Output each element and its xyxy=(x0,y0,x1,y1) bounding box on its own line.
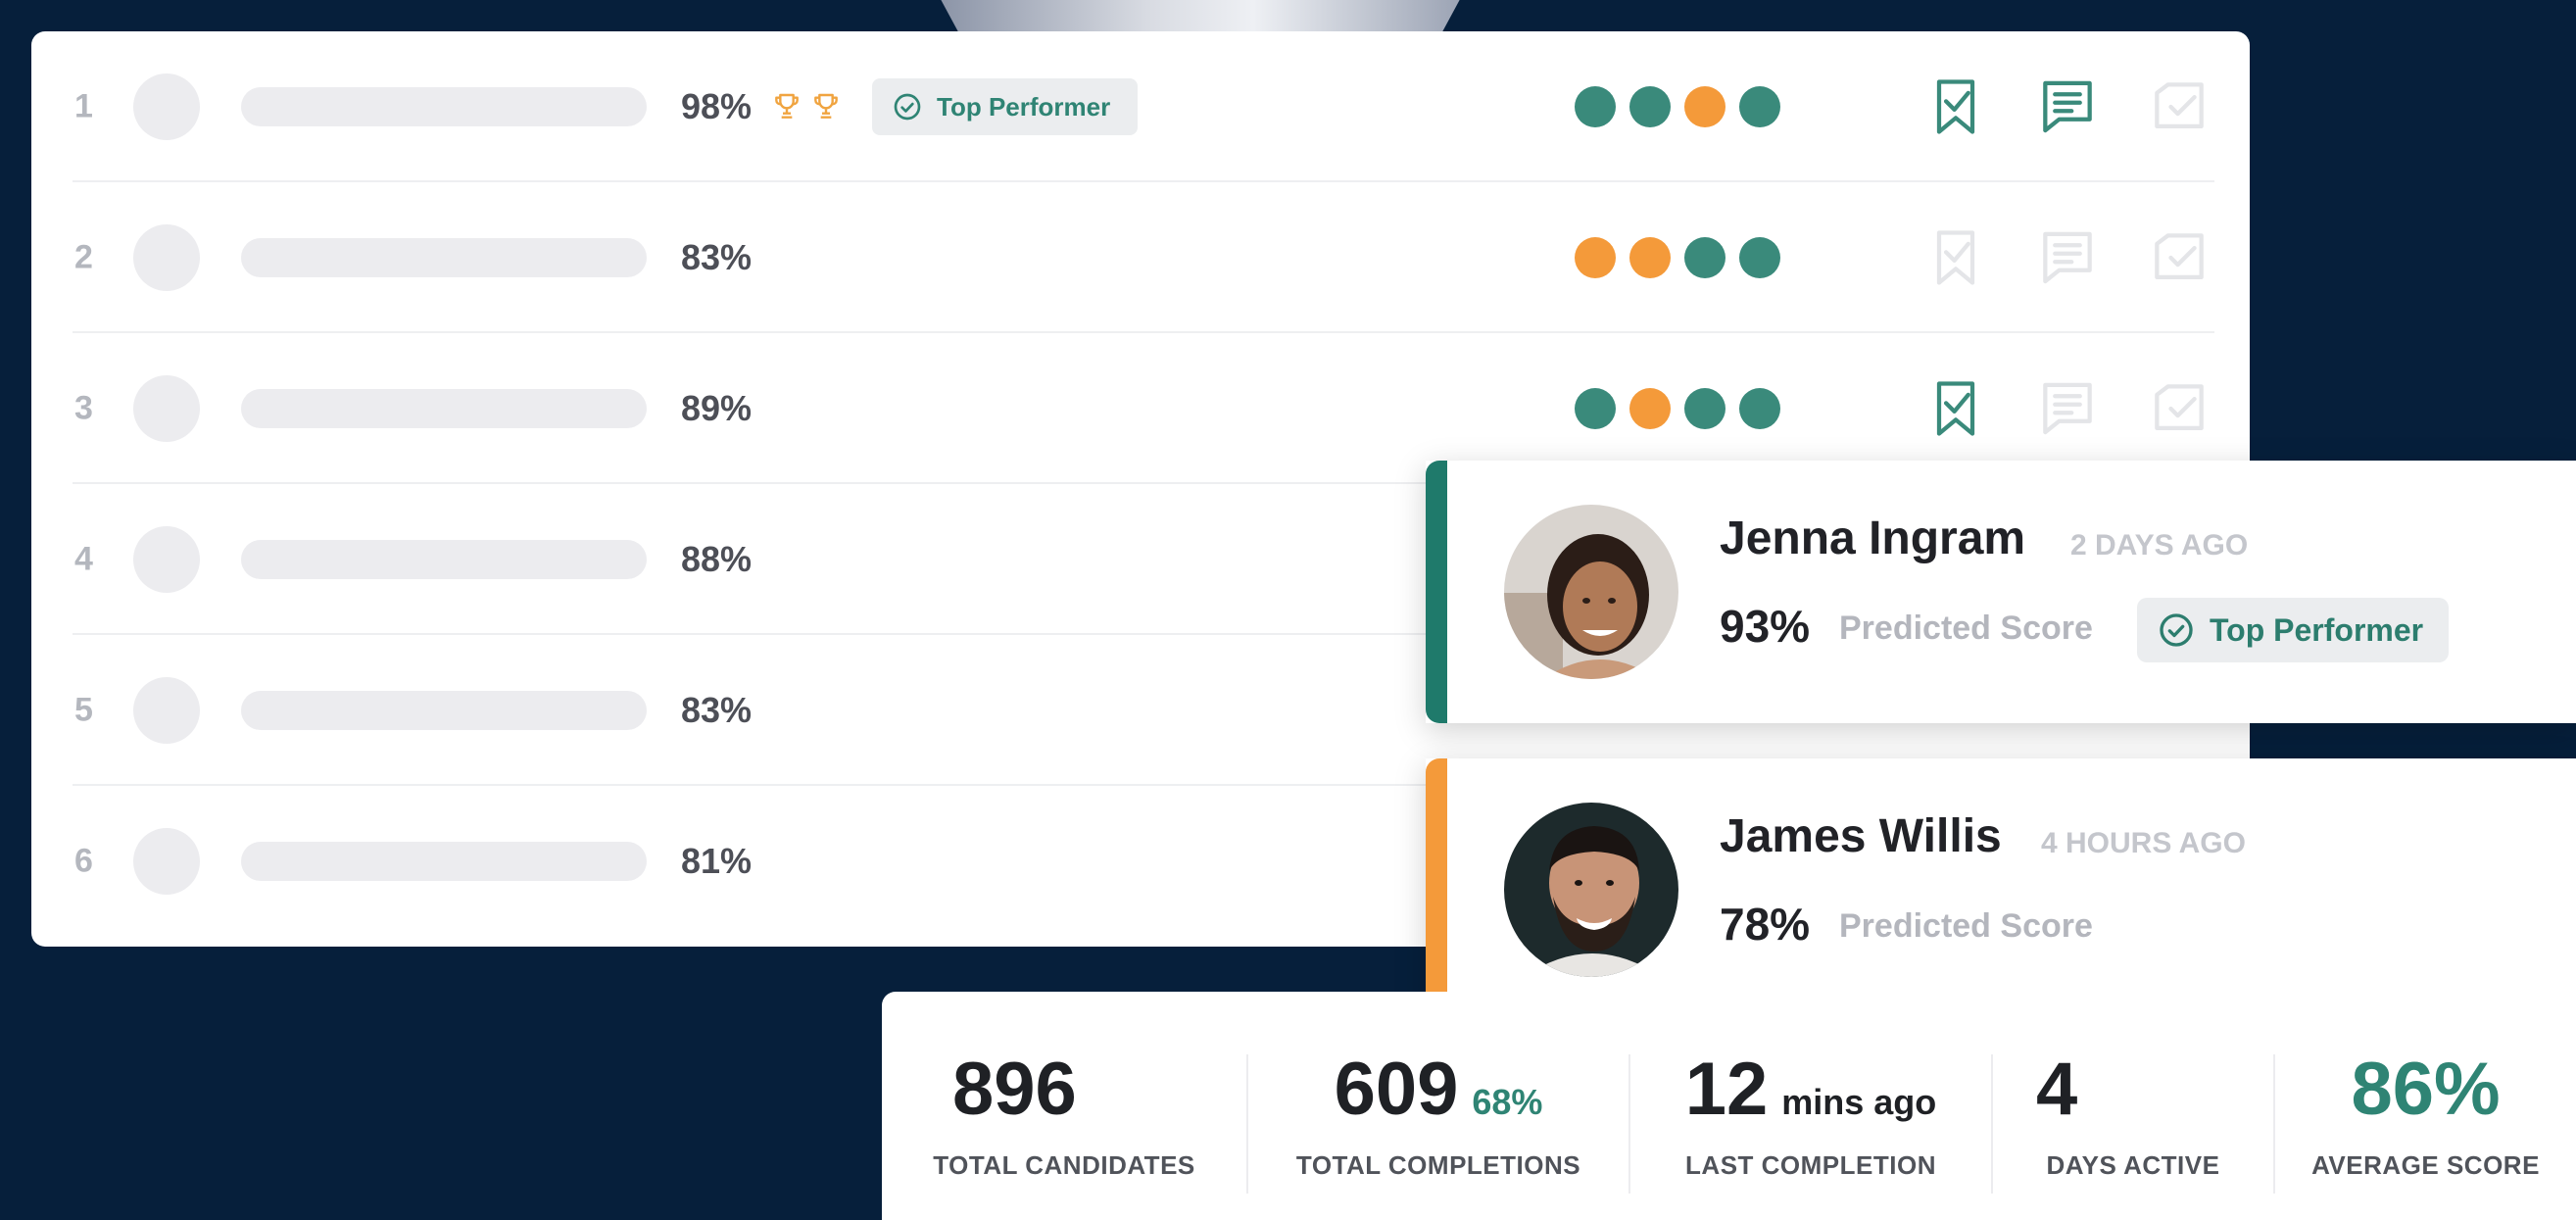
status-dot xyxy=(1739,86,1780,127)
name-placeholder xyxy=(241,691,647,730)
score: 89% xyxy=(681,388,753,428)
candidate-card[interactable]: James Willis 4 HOURS AGO 78% Predicted S… xyxy=(1426,758,2576,1021)
stat-label: AVERAGE SCORE xyxy=(2311,1150,2540,1180)
status-dot xyxy=(1739,237,1780,278)
stat-total-completions: 609 68% TOTAL COMPLETIONS xyxy=(1248,992,1628,1220)
row-actions xyxy=(1922,73,2212,140)
trophies xyxy=(771,91,842,122)
rank-number: 1 xyxy=(74,87,93,125)
score: 81% xyxy=(681,841,753,881)
status-dot xyxy=(1684,86,1725,127)
accent-bar xyxy=(1426,758,1447,1021)
shortlist-icon[interactable] xyxy=(1922,375,1989,442)
timestamp: 2 DAYS AGO xyxy=(2070,529,2249,561)
stat-total-candidates: 896 TOTAL CANDIDATES xyxy=(882,992,1246,1220)
status-dot xyxy=(1629,388,1671,429)
stats-panel: 896 TOTAL CANDIDATES 609 68% TOTAL COMPL… xyxy=(882,992,2576,1220)
timestamp: 4 HOURS AGO xyxy=(2041,827,2246,859)
score-label: Predicted Score xyxy=(1839,610,2093,647)
name-placeholder xyxy=(241,389,647,428)
candidate-card[interactable]: Jenna Ingram 2 DAYS AGO 93% Predicted Sc… xyxy=(1426,461,2576,723)
candidate-name: Jenna Ingram xyxy=(1720,512,2026,564)
review-icon[interactable] xyxy=(2146,375,2212,442)
top-performer-badge: Top Performer xyxy=(2137,598,2450,662)
stat-percent: 68% xyxy=(1472,1082,1543,1122)
avatar xyxy=(1504,505,1678,679)
status-dot xyxy=(1575,86,1616,127)
score: 98% xyxy=(681,86,753,126)
shortlist-icon[interactable] xyxy=(1922,73,1989,140)
avatar-placeholder xyxy=(133,375,200,442)
status-dot xyxy=(1684,388,1725,429)
trophy-icon xyxy=(814,93,838,119)
stat-label: LAST COMPLETION xyxy=(1685,1150,1936,1180)
stat-value: 12 xyxy=(1684,1048,1769,1131)
status-dot xyxy=(1575,237,1616,278)
rank-number: 3 xyxy=(74,389,93,427)
score-label: Predicted Score xyxy=(1839,907,2093,945)
avatar-placeholder xyxy=(133,828,200,895)
status-dot xyxy=(1629,86,1671,127)
stat-days-active: 4 DAYS ACTIVE xyxy=(1993,992,2273,1220)
name-placeholder xyxy=(241,87,647,126)
check-circle-icon xyxy=(2160,613,2193,647)
shortlist-icon[interactable] xyxy=(1922,224,1989,291)
rank-number: 5 xyxy=(74,691,93,729)
badge-label: Top Performer xyxy=(2210,611,2424,648)
stat-average-score: 86% AVERAGE SCORE xyxy=(2275,992,2576,1220)
badge-label: Top Performer xyxy=(937,91,1111,122)
status-dots xyxy=(1575,388,1780,429)
comment-icon[interactable] xyxy=(2034,375,2101,442)
predicted-score: 78% xyxy=(1720,899,1811,950)
status-dot xyxy=(1575,388,1616,429)
name-placeholder xyxy=(241,238,647,277)
row-actions xyxy=(1922,375,2212,442)
profile-photo xyxy=(1504,803,1678,977)
status-dot xyxy=(1629,237,1671,278)
stat-label: DAYS ACTIVE xyxy=(2046,1150,2220,1180)
score: 88% xyxy=(681,539,753,579)
stat-label: TOTAL CANDIDATES xyxy=(933,1150,1195,1180)
name-placeholder xyxy=(241,540,647,579)
predicted-score: 93% xyxy=(1720,601,1811,652)
status-dots xyxy=(1575,237,1780,278)
score: 83% xyxy=(681,690,753,730)
candidate-name: James Willis xyxy=(1720,810,2002,862)
avatar-placeholder xyxy=(133,224,200,291)
rank-number: 2 xyxy=(74,238,93,276)
status-dots xyxy=(1575,86,1780,127)
stat-value: 4 xyxy=(2036,1048,2078,1131)
comment-icon[interactable] xyxy=(2034,73,2101,140)
top-performer-badge: Top Performer xyxy=(872,78,1139,135)
stat-value: 86% xyxy=(2351,1048,2501,1131)
review-icon[interactable] xyxy=(2146,224,2212,291)
review-icon[interactable] xyxy=(2146,73,2212,140)
accent-bar xyxy=(1426,461,1447,723)
table-row[interactable]: 2 83% xyxy=(31,182,2250,333)
stat-last-completion: 12 mins ago LAST COMPLETION xyxy=(1630,992,1991,1220)
stat-value: 609 xyxy=(1334,1048,1459,1131)
status-dot xyxy=(1739,388,1780,429)
name-placeholder xyxy=(241,842,647,881)
status-dot xyxy=(1684,237,1725,278)
rank-number: 6 xyxy=(74,842,93,880)
profile-photo xyxy=(1504,505,1678,679)
avatar xyxy=(1504,803,1678,977)
row-actions xyxy=(1922,224,2212,291)
check-circle-icon xyxy=(894,93,921,121)
stat-unit: mins ago xyxy=(1781,1082,1937,1122)
comment-icon[interactable] xyxy=(2034,224,2101,291)
table-row[interactable]: 1 98% Top Performer xyxy=(31,31,2250,182)
stat-label: TOTAL COMPLETIONS xyxy=(1295,1150,1581,1180)
avatar-placeholder xyxy=(133,73,200,140)
trophy-icon xyxy=(775,93,799,119)
stat-value: 896 xyxy=(952,1048,1077,1131)
avatar-placeholder xyxy=(133,526,200,593)
score: 83% xyxy=(681,237,753,277)
avatar-placeholder xyxy=(133,677,200,744)
rank-number: 4 xyxy=(74,540,93,578)
